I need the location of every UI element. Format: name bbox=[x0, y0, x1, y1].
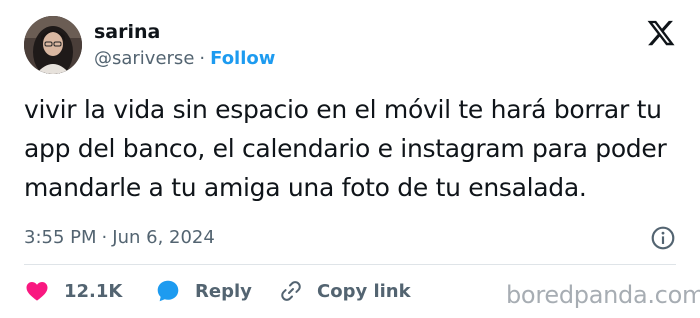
link-icon bbox=[281, 281, 301, 301]
divider bbox=[24, 264, 676, 265]
tweet-text: vivir la vida sin espacio en el móvil te… bbox=[24, 90, 684, 207]
time-separator: · bbox=[101, 227, 108, 248]
x-logo-icon[interactable] bbox=[646, 18, 676, 48]
heart-icon bbox=[26, 282, 48, 301]
avatar[interactable] bbox=[24, 16, 82, 74]
avatar-image bbox=[24, 16, 82, 74]
follow-button[interactable]: Follow bbox=[210, 48, 275, 69]
info-icon[interactable] bbox=[650, 225, 676, 251]
reply-bubble-icon bbox=[157, 280, 179, 302]
author-handle[interactable]: @sariverse bbox=[94, 48, 194, 69]
copy-link-label: Copy link bbox=[317, 280, 411, 302]
tweet-text-line: vivir la vida sin espacio en el móvil te… bbox=[24, 95, 662, 124]
author-name[interactable]: sarina bbox=[94, 20, 160, 44]
reply-label: Reply bbox=[195, 280, 252, 302]
like-button[interactable]: 12.1K bbox=[24, 277, 122, 305]
watermark: boredpanda.com bbox=[506, 281, 700, 309]
tweet-text-line: mandarle a tu amiga una foto de tu ensal… bbox=[24, 173, 587, 202]
reply-button[interactable]: Reply bbox=[155, 277, 252, 305]
author-handle-row: @sariverse · Follow bbox=[94, 47, 275, 71]
like-count: 12.1K bbox=[64, 280, 123, 302]
handle-separator: · bbox=[199, 48, 206, 69]
copy-link-button[interactable]: Copy link bbox=[279, 277, 411, 305]
tweet-time: 3:55 PM bbox=[24, 227, 97, 248]
tweet-text-line: app del banco, el calendario e instagram… bbox=[24, 134, 667, 163]
tweet-timestamp[interactable]: 3:55 PM · Jun 6, 2024 bbox=[24, 226, 215, 250]
tweet-date: Jun 6, 2024 bbox=[112, 227, 215, 248]
